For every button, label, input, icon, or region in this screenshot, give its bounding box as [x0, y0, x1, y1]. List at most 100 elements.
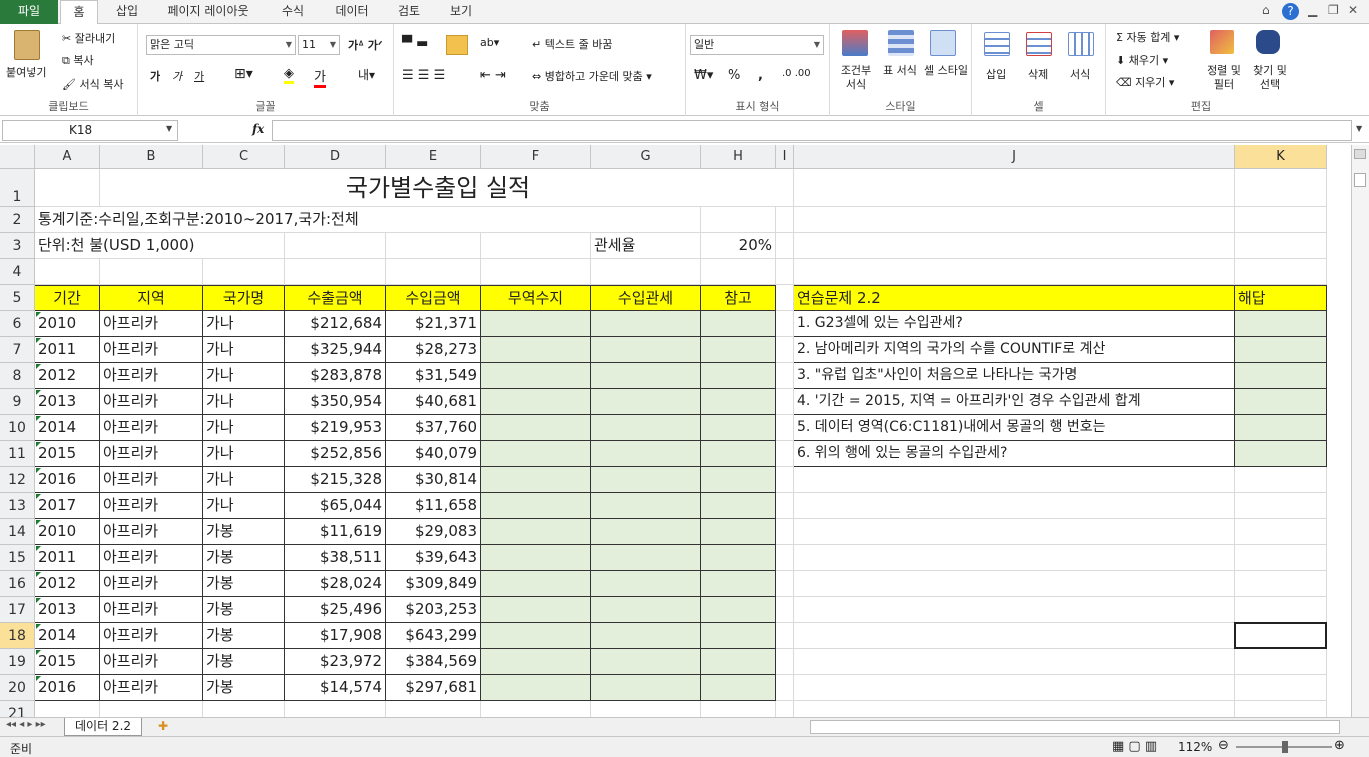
country-cell[interactable]: 가나: [203, 337, 285, 363]
formula-cell[interactable]: [701, 467, 776, 493]
col-header-c[interactable]: C: [203, 145, 285, 169]
formula-cell[interactable]: [481, 493, 591, 519]
col-header-b[interactable]: B: [100, 145, 203, 169]
import-cell[interactable]: $11,658: [386, 493, 481, 519]
cell[interactable]: [794, 701, 1235, 717]
cell[interactable]: [776, 311, 794, 337]
cell[interactable]: [1235, 545, 1327, 571]
formula-cell[interactable]: [701, 597, 776, 623]
cell[interactable]: [1235, 493, 1327, 519]
cell[interactable]: [794, 675, 1235, 701]
period-cell[interactable]: 2011: [35, 337, 100, 363]
comma-button[interactable]: ,: [758, 68, 763, 83]
cell[interactable]: [1235, 519, 1327, 545]
cell[interactable]: [776, 337, 794, 363]
export-cell[interactable]: $350,954: [285, 389, 386, 415]
region-cell[interactable]: 아프리카: [100, 675, 203, 701]
period-cell[interactable]: 2011: [35, 545, 100, 571]
region-cell[interactable]: 아프리카: [100, 571, 203, 597]
formula-cell[interactable]: [591, 675, 701, 701]
col-header-d[interactable]: D: [285, 145, 386, 169]
autosum-button[interactable]: Σ 자동 합계 ▾: [1116, 29, 1179, 45]
formula-input[interactable]: [272, 120, 1352, 141]
cell[interactable]: [1235, 597, 1327, 623]
insert-cell-button[interactable]: 삽입: [986, 66, 1006, 82]
formula-cell[interactable]: [481, 337, 591, 363]
formula-cell[interactable]: [591, 415, 701, 441]
cell[interactable]: [481, 701, 591, 717]
answer-cell[interactable]: [1235, 441, 1327, 467]
country-cell[interactable]: 가봉: [203, 545, 285, 571]
country-cell[interactable]: 가봉: [203, 571, 285, 597]
cell[interactable]: [35, 259, 100, 285]
cell[interactable]: [794, 571, 1235, 597]
horizontal-scrollbar[interactable]: [810, 720, 1340, 734]
col-header-g[interactable]: G: [591, 145, 701, 169]
cell[interactable]: [794, 259, 1235, 285]
row-header[interactable]: 15: [0, 545, 35, 571]
cell[interactable]: [701, 207, 776, 233]
formula-cell[interactable]: [701, 675, 776, 701]
country-cell[interactable]: 가봉: [203, 623, 285, 649]
import-cell[interactable]: $384,569: [386, 649, 481, 675]
cell[interactable]: [776, 415, 794, 441]
sheet-nav-icon[interactable]: ◂◂ ◂ ▸ ▸▸: [6, 719, 46, 730]
formula-cell[interactable]: [591, 519, 701, 545]
cell[interactable]: [1235, 649, 1327, 675]
formula-cell[interactable]: [701, 493, 776, 519]
cell[interactable]: [794, 169, 1235, 207]
cell[interactable]: [35, 701, 100, 717]
copy-button[interactable]: ⧉ 복사: [62, 52, 94, 68]
row-header[interactable]: 4: [0, 259, 35, 285]
select-all-corner[interactable]: [0, 145, 35, 169]
formula-cell[interactable]: [481, 545, 591, 571]
cell[interactable]: [776, 649, 794, 675]
italic-button[interactable]: 가: [172, 68, 182, 84]
insert-cell-icon[interactable]: [984, 32, 1010, 56]
country-cell[interactable]: 가봉: [203, 649, 285, 675]
region-cell[interactable]: 아프리카: [100, 649, 203, 675]
row-header[interactable]: 2: [0, 207, 35, 233]
col-header-j[interactable]: J: [794, 145, 1235, 169]
tab-review[interactable]: 검토: [392, 0, 426, 24]
period-cell[interactable]: 2016: [35, 675, 100, 701]
cell[interactable]: [776, 467, 794, 493]
formula-cell[interactable]: [701, 311, 776, 337]
region-cell[interactable]: 아프리카: [100, 545, 203, 571]
border-icon[interactable]: ⊞▾: [234, 66, 253, 82]
zoom-level[interactable]: 112%: [1178, 740, 1212, 754]
col-header-f[interactable]: F: [481, 145, 591, 169]
cell[interactable]: [1235, 233, 1327, 259]
period-cell[interactable]: 2017: [35, 493, 100, 519]
conditional-format-button[interactable]: 조건부 서식: [836, 64, 876, 92]
zoom-out-icon[interactable]: ⊖: [1218, 738, 1229, 753]
help-icon[interactable]: ?: [1282, 3, 1299, 20]
formula-cell[interactable]: [591, 441, 701, 467]
region-cell[interactable]: 아프리카: [100, 519, 203, 545]
country-cell[interactable]: 가봉: [203, 675, 285, 701]
answer-cell[interactable]: [1235, 311, 1327, 337]
formula-cell[interactable]: [591, 493, 701, 519]
country-cell[interactable]: 가봉: [203, 597, 285, 623]
export-cell[interactable]: $215,328: [285, 467, 386, 493]
fill-button[interactable]: ⬇ 채우기 ▾: [1116, 52, 1168, 68]
row-header[interactable]: 16: [0, 571, 35, 597]
formula-cell[interactable]: [591, 311, 701, 337]
cell[interactable]: [481, 259, 591, 285]
formula-cell[interactable]: [481, 649, 591, 675]
font-color-icon[interactable]: 가: [314, 66, 326, 88]
cell[interactable]: [776, 519, 794, 545]
font-size-combo[interactable]: 11 ▼: [298, 35, 340, 55]
formula-cell[interactable]: [481, 363, 591, 389]
font-name-combo[interactable]: 맑은 고딕 ▼: [146, 35, 296, 55]
cell[interactable]: [100, 259, 203, 285]
formula-cell[interactable]: [481, 675, 591, 701]
period-cell[interactable]: 2010: [35, 311, 100, 337]
cell[interactable]: [776, 545, 794, 571]
country-cell[interactable]: 가나: [203, 389, 285, 415]
formula-cell[interactable]: [701, 389, 776, 415]
formula-cell[interactable]: [481, 571, 591, 597]
cell[interactable]: [776, 623, 794, 649]
cell[interactable]: [776, 441, 794, 467]
export-cell[interactable]: $65,044: [285, 493, 386, 519]
